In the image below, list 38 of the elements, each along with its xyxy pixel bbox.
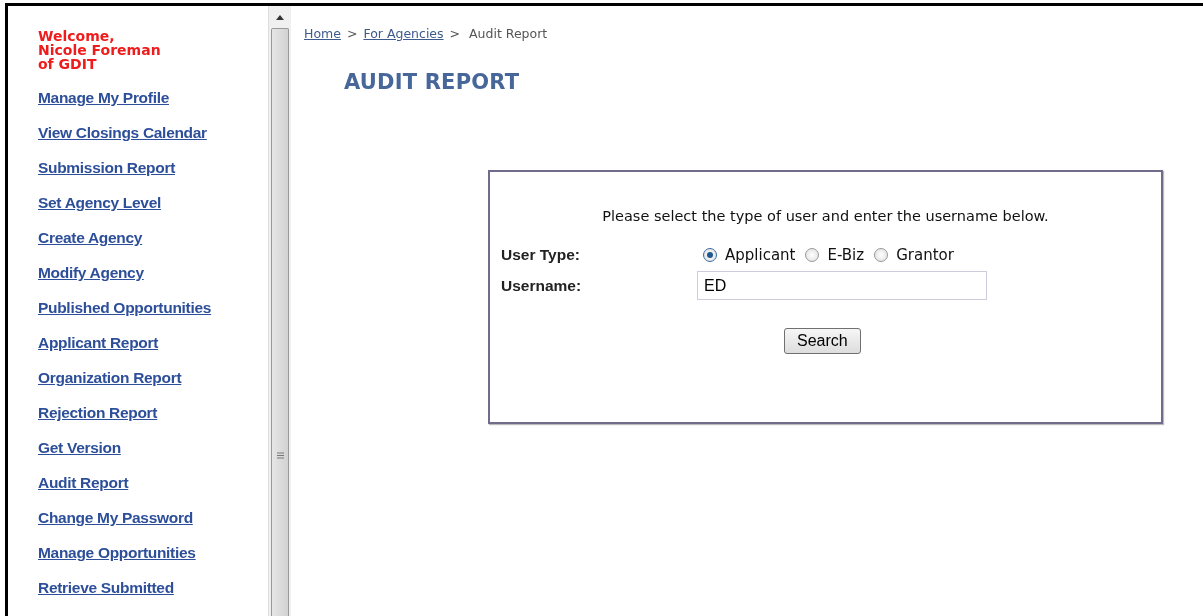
radio-button[interactable] xyxy=(805,248,820,262)
sidebar-link[interactable]: Get Version xyxy=(38,440,268,475)
user-type-label: User Type: xyxy=(501,246,581,264)
username-field[interactable]: ED xyxy=(697,271,987,300)
sidebar-link[interactable]: Organization Report xyxy=(38,370,268,405)
sidebar-link[interactable]: Set Agency Level xyxy=(38,195,268,230)
breadcrumb-separator: > xyxy=(346,26,358,41)
breadcrumb-link[interactable]: Home xyxy=(304,26,341,41)
radio-label: Grantor xyxy=(896,246,954,264)
page-heading: AUDIT REPORT xyxy=(344,70,521,94)
sidebar-link[interactable]: Create Agency xyxy=(38,230,268,265)
welcome-text: Nicole Foreman xyxy=(38,43,162,57)
sidebar-link[interactable]: Applicant Report xyxy=(38,335,268,370)
sidebar-link[interactable]: Published Opportunities xyxy=(38,300,268,335)
welcome-text: Welcome, xyxy=(38,29,116,43)
radio-button[interactable] xyxy=(703,248,717,262)
scroll-up-arrow-icon[interactable] xyxy=(276,14,284,20)
radio-label: Applicant xyxy=(725,246,796,264)
sidebar-link[interactable]: Modify Agency xyxy=(38,265,268,300)
sidebar-link[interactable]: Rejection Report xyxy=(38,405,268,440)
radio-label: E-Biz xyxy=(827,246,865,264)
scrollbar-thumb[interactable] xyxy=(271,28,289,616)
sidebar-link[interactable]: Manage My Profile xyxy=(38,90,268,125)
sidebar-link[interactable]: Manage Opportunities xyxy=(38,545,268,580)
breadcrumb-current: Audit Report xyxy=(469,26,548,41)
sidebar-link[interactable]: Audit Report xyxy=(38,475,268,510)
instruction-text: Please select the type of user and enter the username below. xyxy=(601,208,1050,224)
sidebar-link[interactable]: Change My Password xyxy=(38,510,268,545)
grip-icon xyxy=(276,452,284,459)
sidebar-link[interactable]: Retrieve Submitted xyxy=(38,580,268,615)
breadcrumb-separator: > xyxy=(449,26,461,41)
username-label: Username: xyxy=(501,276,583,295)
sidebar-link[interactable]: Submission Report xyxy=(38,160,268,195)
search-button[interactable]: Search xyxy=(784,328,861,354)
welcome-text: of GDIT xyxy=(38,57,98,71)
sidebar-link[interactable]: View Closings Calendar xyxy=(38,125,268,160)
breadcrumb-link[interactable]: For Agencies xyxy=(363,26,444,41)
radio-button[interactable] xyxy=(874,248,889,262)
